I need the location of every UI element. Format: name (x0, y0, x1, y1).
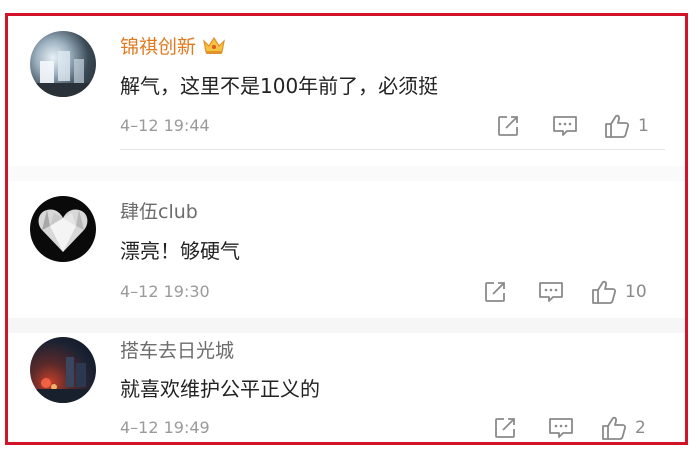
comment-icon (549, 418, 573, 438)
like-count: 2 (635, 418, 646, 438)
reply-button[interactable] (552, 112, 578, 140)
like-button[interactable]: 1 (604, 112, 649, 140)
comment-text: 解气，这里不是100年前了，必须挺 (120, 74, 439, 98)
reply-button[interactable] (538, 278, 564, 306)
avatar[interactable] (30, 196, 96, 262)
comment-text: 就喜欢维护公平正义的 (120, 377, 320, 401)
share-button[interactable] (483, 278, 507, 306)
timestamp: 4–12 19:44 (120, 116, 210, 135)
crown-icon (202, 35, 226, 60)
thumbs-up-icon (605, 114, 630, 138)
thumbs-up-icon (592, 280, 617, 304)
username[interactable]: 肆伍club (120, 197, 198, 224)
comment-icon (553, 116, 577, 136)
comment-text: 漂亮！够硬气 (120, 239, 240, 263)
comment-item: 锦祺创新 解气，这里不是100年前了，必须挺 4–12 19:44 1 (8, 16, 685, 166)
share-icon (498, 116, 518, 136)
comment-item: 搭车去日光城 就喜欢维护公平正义的 4–12 19:49 2 (8, 333, 685, 442)
username[interactable]: 锦祺创新 (120, 32, 226, 60)
like-count: 10 (625, 282, 647, 302)
share-button[interactable] (493, 414, 517, 442)
comment-icon (539, 282, 563, 302)
share-icon (485, 282, 505, 302)
comments-frame: 锦祺创新 解气，这里不是100年前了，必须挺 4–12 19:44 1 肆伍cl… (5, 13, 688, 445)
avatar[interactable] (30, 337, 96, 403)
like-button[interactable]: 10 (591, 278, 647, 306)
timestamp: 4–12 19:49 (120, 418, 210, 437)
reply-button[interactable] (548, 414, 574, 442)
avatar[interactable] (30, 31, 96, 97)
divider (120, 149, 665, 150)
like-button[interactable]: 2 (601, 414, 646, 442)
share-icon (495, 418, 515, 438)
share-button[interactable] (496, 112, 520, 140)
like-count: 1 (638, 116, 649, 136)
thumbs-up-icon (602, 416, 627, 440)
comment-item: 肆伍club 漂亮！够硬气 4–12 19:30 10 (8, 181, 685, 331)
timestamp: 4–12 19:30 (120, 282, 210, 301)
section-gap (8, 318, 685, 333)
section-gap (8, 166, 685, 181)
username[interactable]: 搭车去日光城 (120, 336, 234, 363)
